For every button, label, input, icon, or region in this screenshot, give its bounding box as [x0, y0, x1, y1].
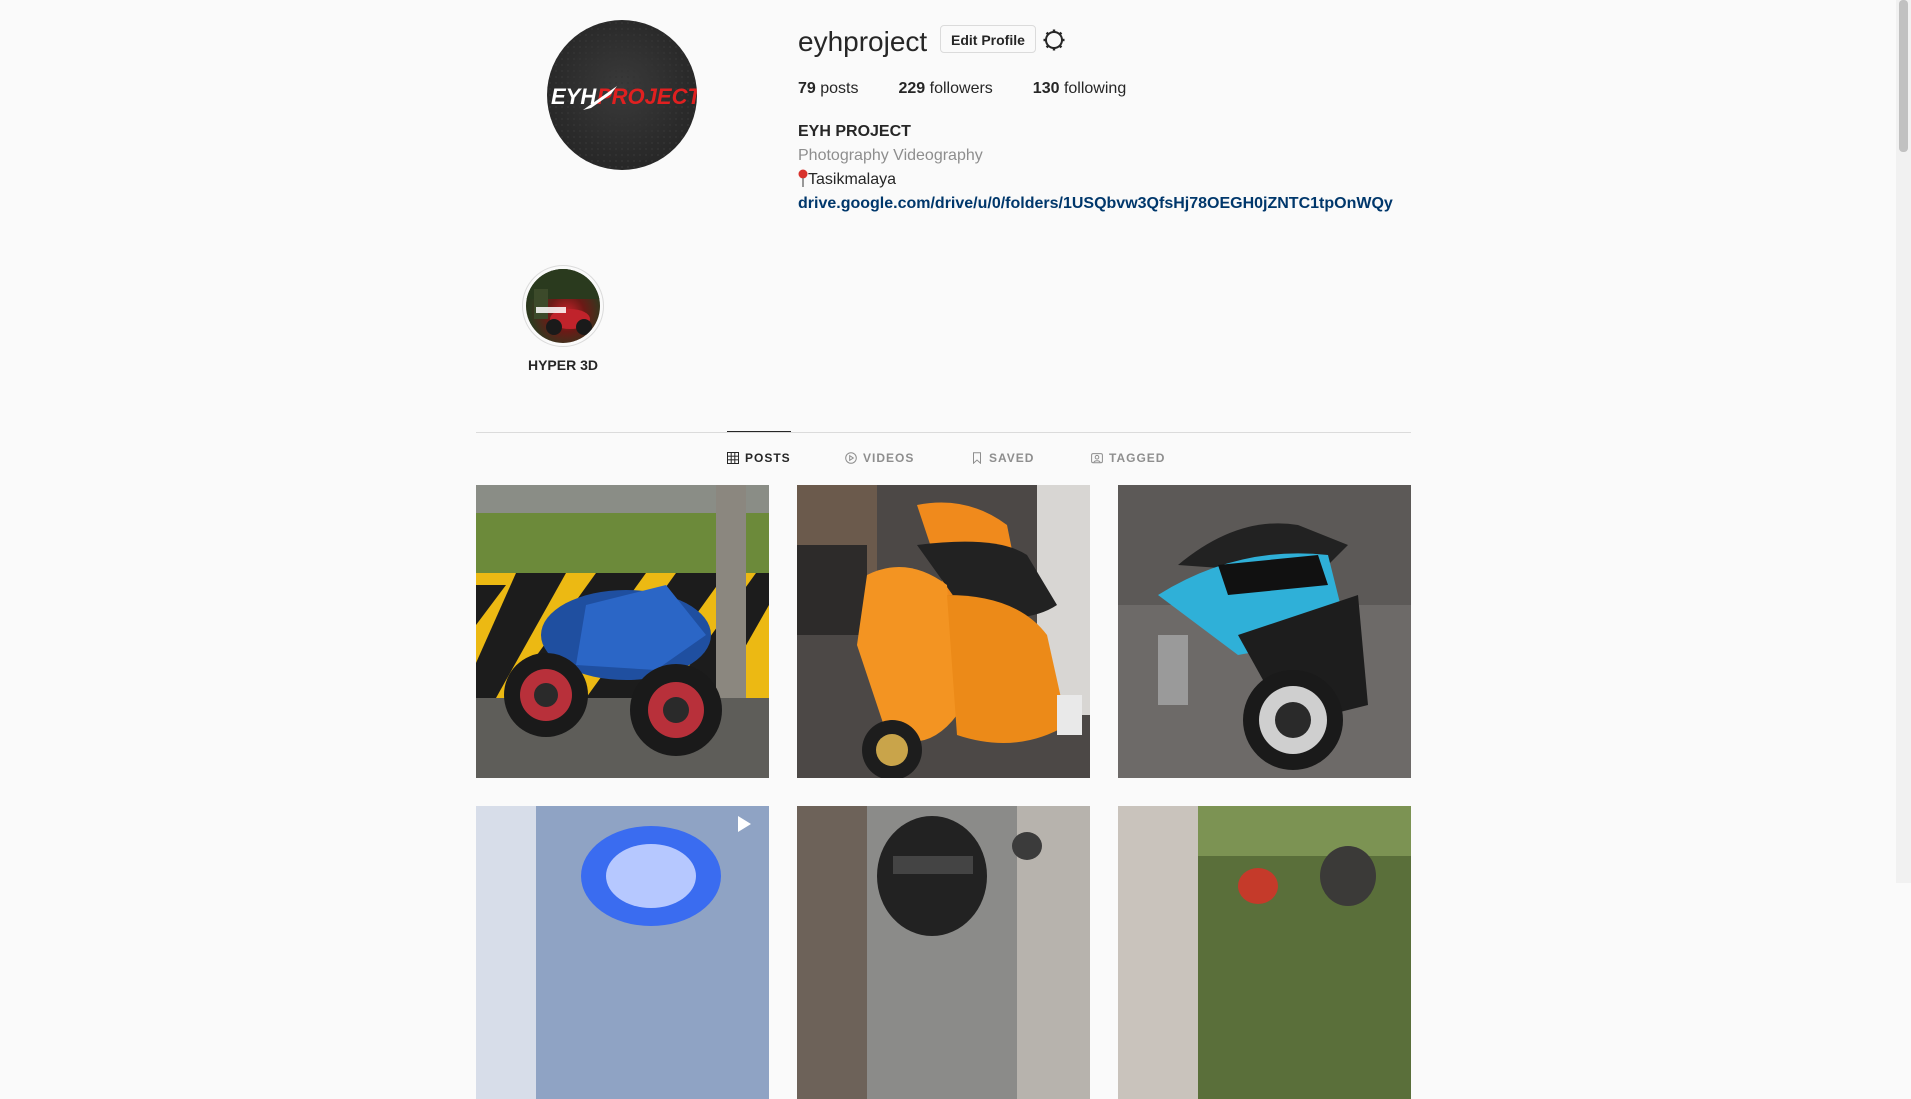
followers-link[interactable]: 229 followers	[899, 80, 993, 98]
post-image-blue-sportbike	[476, 485, 769, 778]
followers-label: followers	[929, 80, 993, 97]
play-circle-icon	[845, 452, 857, 464]
tab-videos[interactable]: VIDEOS	[845, 432, 914, 484]
tab-videos-label: VIDEOS	[863, 451, 915, 465]
tagged-icon	[1091, 453, 1103, 464]
grid-icon	[727, 452, 739, 464]
posts-count-stat: 79 posts	[798, 80, 859, 98]
post-thumbnail-2[interactable]	[797, 485, 1090, 778]
profile-category: Photography Videography	[798, 147, 983, 164]
post-thumbnail-3[interactable]	[1118, 485, 1411, 778]
post-image-neon	[476, 806, 769, 1099]
profile-full-name: EYH PROJECT	[798, 123, 911, 140]
following-label: following	[1063, 80, 1127, 97]
post-thumbnail-5[interactable]	[797, 806, 1090, 1099]
highlight-ring	[522, 265, 604, 347]
round-pushpin-icon	[798, 169, 808, 187]
highlight-cover	[526, 269, 600, 343]
followers-count: 229	[898, 80, 926, 97]
profile-bio: EYH PROJECT Photography Videography Tasi…	[798, 120, 1393, 216]
posts-label: posts	[820, 80, 859, 97]
profile-external-link[interactable]: drive.google.com/drive/u/0/folders/1USQb…	[798, 192, 1393, 216]
page-scrollbar-thumb[interactable]	[1899, 0, 1908, 152]
posts-count: 79	[798, 80, 816, 97]
avatar-logo: EYH PROJECT	[547, 20, 697, 170]
post-image-forest-rider	[1118, 806, 1411, 1099]
tab-posts[interactable]: POSTS	[727, 431, 791, 484]
tab-saved[interactable]: SAVED	[971, 432, 1034, 484]
profile-avatar[interactable]: EYH PROJECT	[547, 20, 697, 170]
tab-saved-label: SAVED	[989, 451, 1035, 465]
post-thumbnail-6[interactable]	[1118, 806, 1411, 1099]
following-count: 130	[1032, 80, 1060, 97]
bookmark-icon	[973, 452, 981, 464]
profile-username: eyhproject	[798, 26, 928, 57]
tab-tagged[interactable]: TAGGED	[1091, 432, 1165, 484]
profile-stats: 79 posts 229 followers 130 following	[798, 80, 1166, 98]
story-highlight[interactable]: HYPER 3D	[520, 265, 606, 373]
location-text: Tasikmalaya	[808, 171, 897, 188]
following-link[interactable]: 130 following	[1033, 80, 1126, 98]
post-thumbnail-4[interactable]	[476, 806, 769, 1099]
post-image-orange-scooter	[797, 485, 1090, 778]
post-image-cyan-scooter	[1118, 485, 1411, 778]
profile-page: EYH PROJECT eyhproject Edit Profile 79 p…	[0, 0, 1911, 1099]
post-thumbnail-1[interactable]	[476, 485, 769, 778]
tab-posts-label: POSTS	[745, 451, 791, 465]
edit-profile-button[interactable]: Edit Profile	[940, 25, 1036, 53]
highlight-label: HYPER 3D	[527, 357, 599, 373]
profile-location: Tasikmalaya	[798, 168, 1393, 192]
settings-gear-icon[interactable]	[1042, 28, 1066, 52]
svg-text:PROJECT: PROJECT	[597, 84, 697, 109]
post-image-rider	[797, 806, 1090, 1099]
tabs-divider	[476, 432, 1411, 433]
tab-tagged-label: TAGGED	[1109, 451, 1166, 465]
